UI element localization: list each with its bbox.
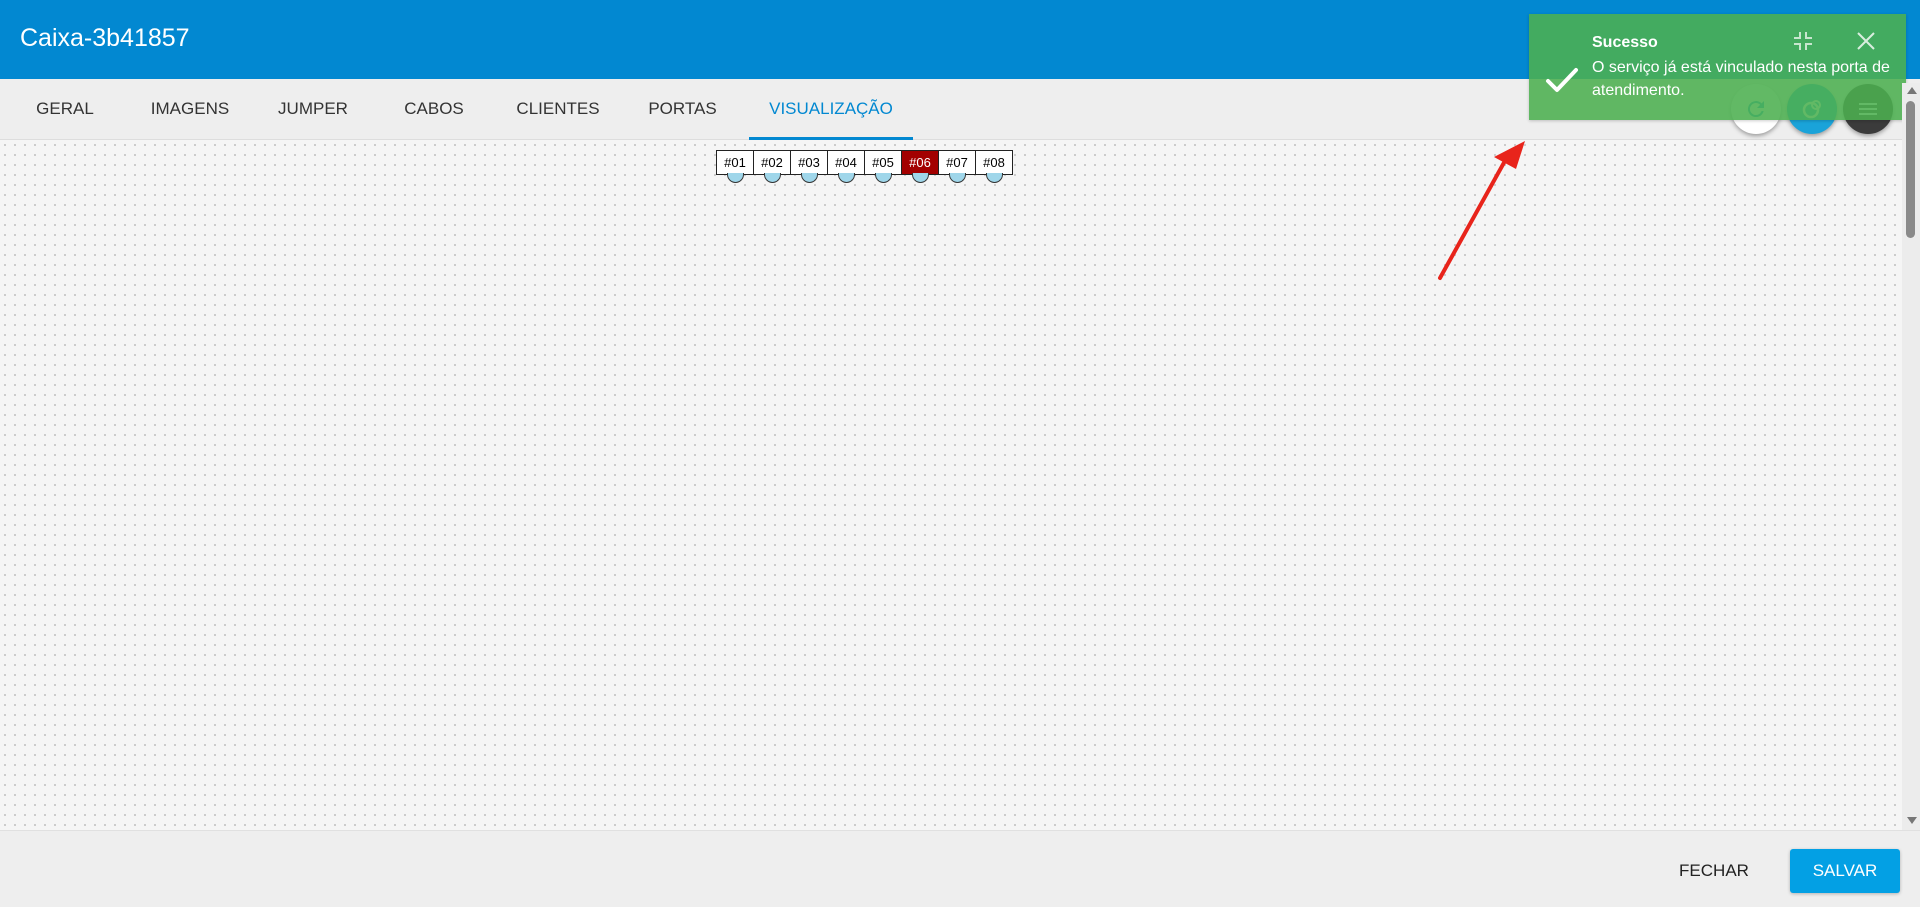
port-strip: #01 #02 #03 #04 #05 #06 #07 #08 — [716, 150, 1013, 183]
port-label: #07 — [946, 155, 968, 170]
port-05[interactable]: #05 — [864, 150, 902, 183]
scroll-up-icon[interactable] — [1907, 87, 1917, 94]
port-label: #02 — [761, 155, 783, 170]
port-label: #06 — [909, 155, 931, 170]
tab-cabos[interactable]: CABOS — [394, 79, 474, 140]
port-01[interactable]: #01 — [716, 150, 754, 183]
check-icon — [1546, 68, 1578, 92]
tab-visualizacao[interactable]: VISUALIZAÇÃO — [749, 79, 913, 140]
port-label: #04 — [835, 155, 857, 170]
vertical-scrollbar[interactable] — [1902, 83, 1920, 830]
annotation-arrow — [1438, 141, 1525, 280]
tab-imagens[interactable]: IMAGENS — [140, 79, 240, 140]
port-04[interactable]: #04 — [827, 150, 865, 183]
port-02[interactable]: #02 — [753, 150, 791, 183]
port-label: #05 — [872, 155, 894, 170]
diagram-canvas[interactable] — [0, 140, 1902, 830]
port-06[interactable]: #06 — [901, 150, 939, 183]
close-icon[interactable] — [1855, 30, 1877, 52]
save-button[interactable]: SALVAR — [1790, 849, 1900, 893]
scroll-thumb[interactable] — [1906, 101, 1915, 238]
tab-jumper[interactable]: JUMPER — [268, 79, 358, 140]
port-03[interactable]: #03 — [790, 150, 828, 183]
tab-clientes[interactable]: CLIENTES — [508, 79, 608, 140]
tab-portas[interactable]: PORTAS — [640, 79, 725, 140]
port-label: #08 — [983, 155, 1005, 170]
port-label: #03 — [798, 155, 820, 170]
modal-title: Caixa-3b41857 — [20, 24, 190, 52]
port-08[interactable]: #08 — [975, 150, 1013, 183]
port-label: #01 — [724, 155, 746, 170]
success-toast: Sucesso O serviço já está vinculado nest… — [1529, 14, 1906, 120]
scroll-down-icon[interactable] — [1907, 817, 1917, 824]
modal-footer: FECHAR SALVAR — [0, 830, 1920, 907]
tab-geral[interactable]: GERAL — [20, 79, 110, 140]
port-07[interactable]: #07 — [938, 150, 976, 183]
toast-message: O serviço já está vinculado nesta porta … — [1592, 59, 1890, 99]
toast-title: Sucesso — [1592, 34, 1658, 51]
close-button[interactable]: FECHAR — [1664, 849, 1764, 893]
minimize-icon[interactable] — [1792, 30, 1814, 52]
